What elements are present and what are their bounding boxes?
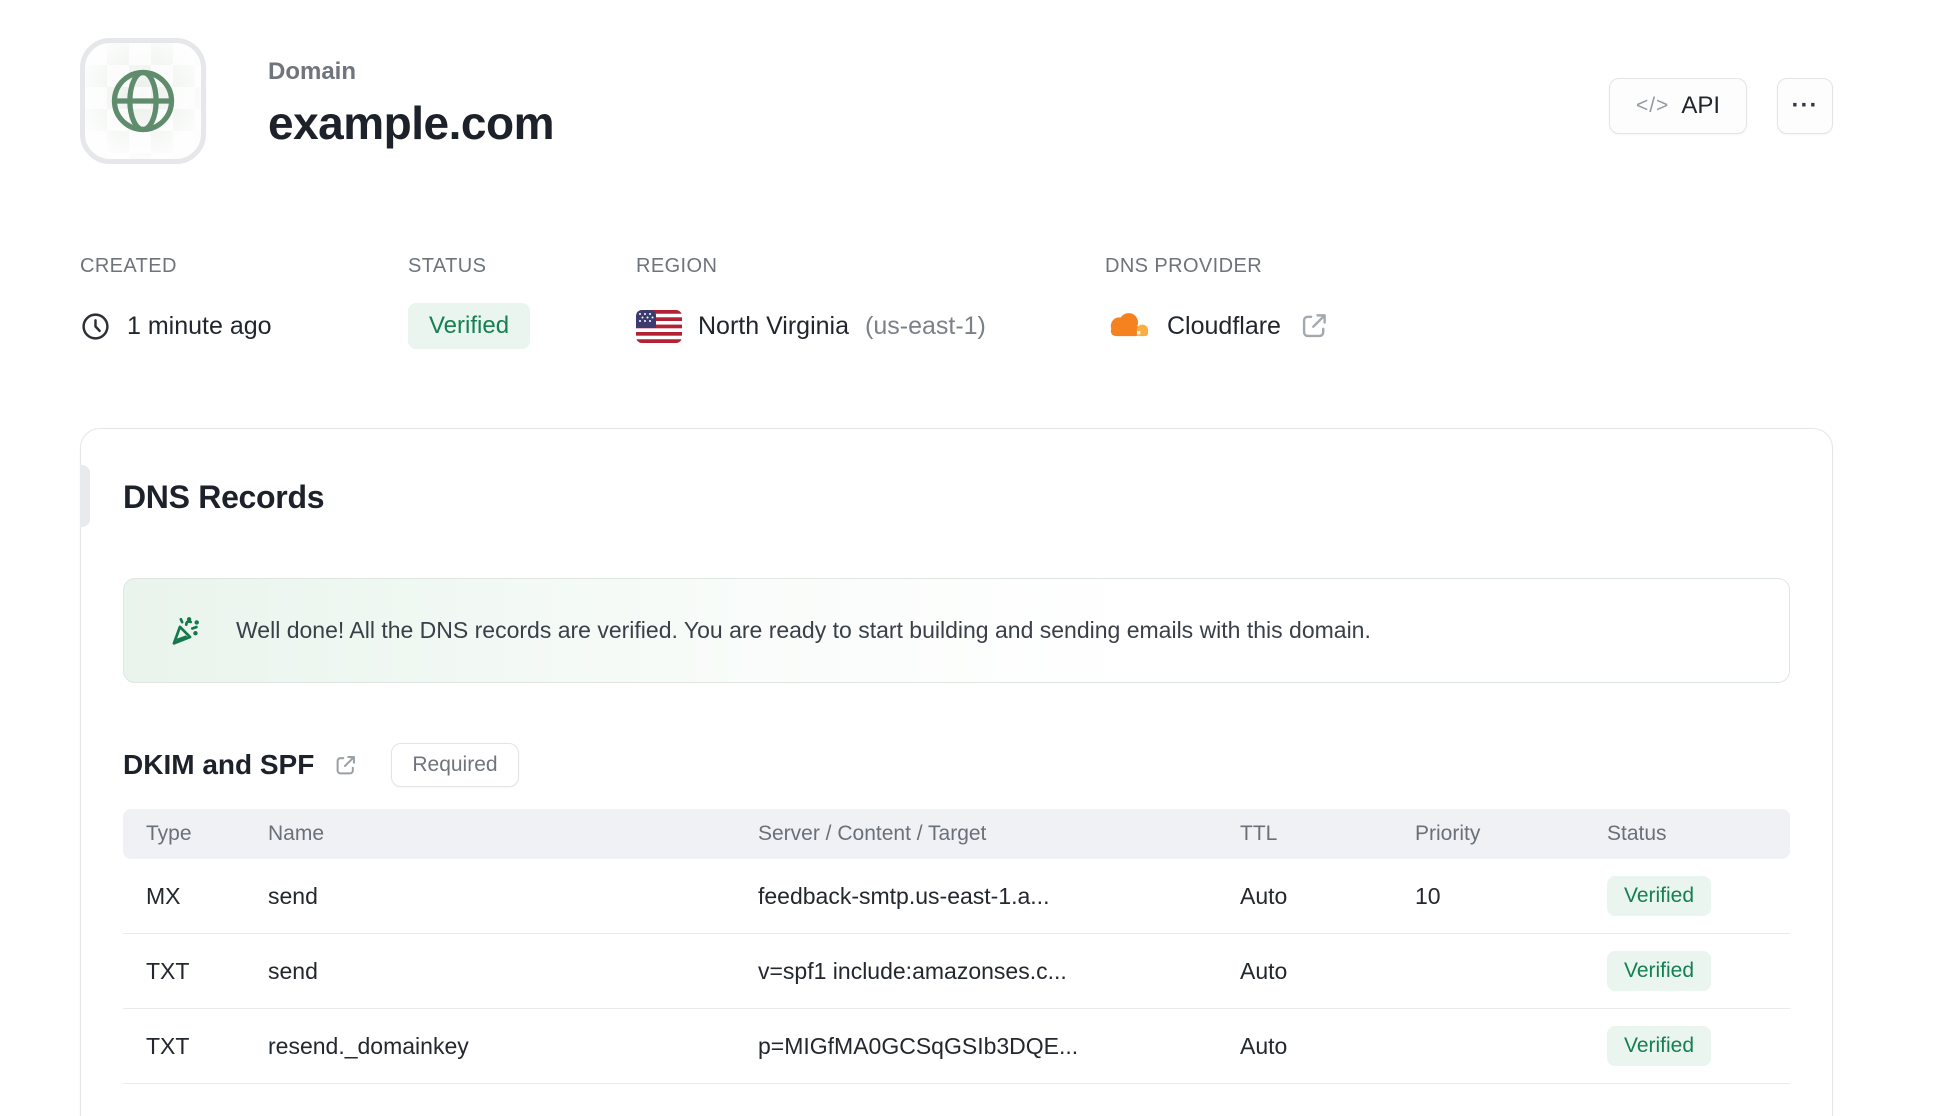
record-status-badge: Verified	[1607, 876, 1712, 916]
region-value: North Virginia	[698, 311, 850, 340]
code-icon: </>	[1635, 94, 1670, 117]
api-button[interactable]: </> API	[1608, 78, 1747, 134]
col-status: Status	[1607, 822, 1667, 845]
clock-icon	[80, 311, 111, 342]
dns-records-title: DNS Records	[123, 479, 325, 515]
cell-type: TXT	[146, 957, 190, 984]
api-button-label: API	[1681, 92, 1720, 119]
status-label: STATUS	[408, 255, 487, 277]
page-title: example.com	[268, 97, 554, 149]
cell-type: TXT	[146, 1032, 190, 1059]
cell-ttl: Auto	[1240, 882, 1288, 909]
domain-avatar	[80, 38, 206, 164]
cell-content: v=spf1 include:amazonses.c...	[758, 957, 1067, 984]
cell-priority: 10	[1415, 882, 1441, 909]
cell-ttl: Auto	[1240, 957, 1288, 984]
external-link-icon[interactable]	[332, 752, 359, 779]
cell-name: resend._domainkey	[268, 1032, 469, 1059]
meta-status: STATUS Verified	[408, 255, 531, 350]
meta-region: REGION North Virginia (us-east-1)	[636, 255, 986, 350]
cloudflare-icon	[1105, 310, 1151, 342]
record-status-badge: Verified	[1607, 951, 1712, 991]
cell-name: send	[268, 957, 318, 984]
cell-ttl: Auto	[1240, 1032, 1288, 1059]
dns-records-card: DNS Records Well done! All the DNS recor…	[80, 428, 1833, 1116]
dns-provider-label: DNS PROVIDER	[1105, 255, 1263, 277]
meta-created: CREATED 1 minute ago	[80, 255, 272, 350]
col-name: Name	[268, 822, 325, 845]
dns-records-table: Type Name Server / Content / Target TTL …	[123, 809, 1790, 1084]
col-ttl: TTL	[1240, 822, 1278, 845]
globe-icon	[106, 64, 180, 138]
meta-dns-provider: DNS PROVIDER Cloudflare	[1105, 255, 1331, 350]
table-header-row: Type Name Server / Content / Target TTL …	[123, 809, 1790, 859]
page-type-label: Domain	[268, 58, 357, 85]
col-priority: Priority	[1415, 822, 1481, 845]
party-popper-icon	[166, 612, 204, 650]
ellipsis-icon: ···	[1791, 92, 1819, 119]
cell-type: MX	[146, 882, 181, 909]
record-status-badge: Verified	[1607, 1026, 1712, 1066]
cell-name: send	[268, 882, 318, 909]
col-content: Server / Content / Target	[758, 822, 987, 845]
us-flag-icon	[636, 309, 682, 343]
cell-content: feedback-smtp.us-east-1.a...	[758, 882, 1050, 909]
external-link-icon[interactable]	[1297, 309, 1331, 343]
domain-meta-row: CREATED 1 minute ago STATUS Verified REG…	[0, 255, 1944, 349]
required-badge: Required	[391, 743, 519, 787]
dns-provider-value: Cloudflare	[1167, 311, 1281, 340]
table-row: TXT send v=spf1 include:amazonses.c... A…	[123, 934, 1790, 1009]
status-badge: Verified	[408, 303, 531, 349]
table-row: TXT resend._domainkey p=MIGfMA0GCSqGSIb3…	[123, 1009, 1790, 1084]
card-scroll-indicator	[80, 465, 90, 527]
region-label: REGION	[636, 255, 718, 277]
more-options-button[interactable]: ···	[1777, 78, 1833, 134]
verification-success-banner: Well done! All the DNS records are verif…	[123, 578, 1790, 683]
banner-message: Well done! All the DNS records are verif…	[236, 617, 1371, 643]
dkim-spf-title: DKIM and SPF	[123, 749, 315, 780]
col-type: Type	[146, 822, 192, 845]
table-row: MX send feedback-smtp.us-east-1.a... Aut…	[123, 859, 1790, 934]
cell-content: p=MIGfMA0GCSqGSIb3DQE...	[758, 1032, 1079, 1059]
created-value: 1 minute ago	[127, 311, 272, 340]
created-label: CREATED	[80, 255, 177, 277]
region-code: (us-east-1)	[865, 311, 986, 340]
